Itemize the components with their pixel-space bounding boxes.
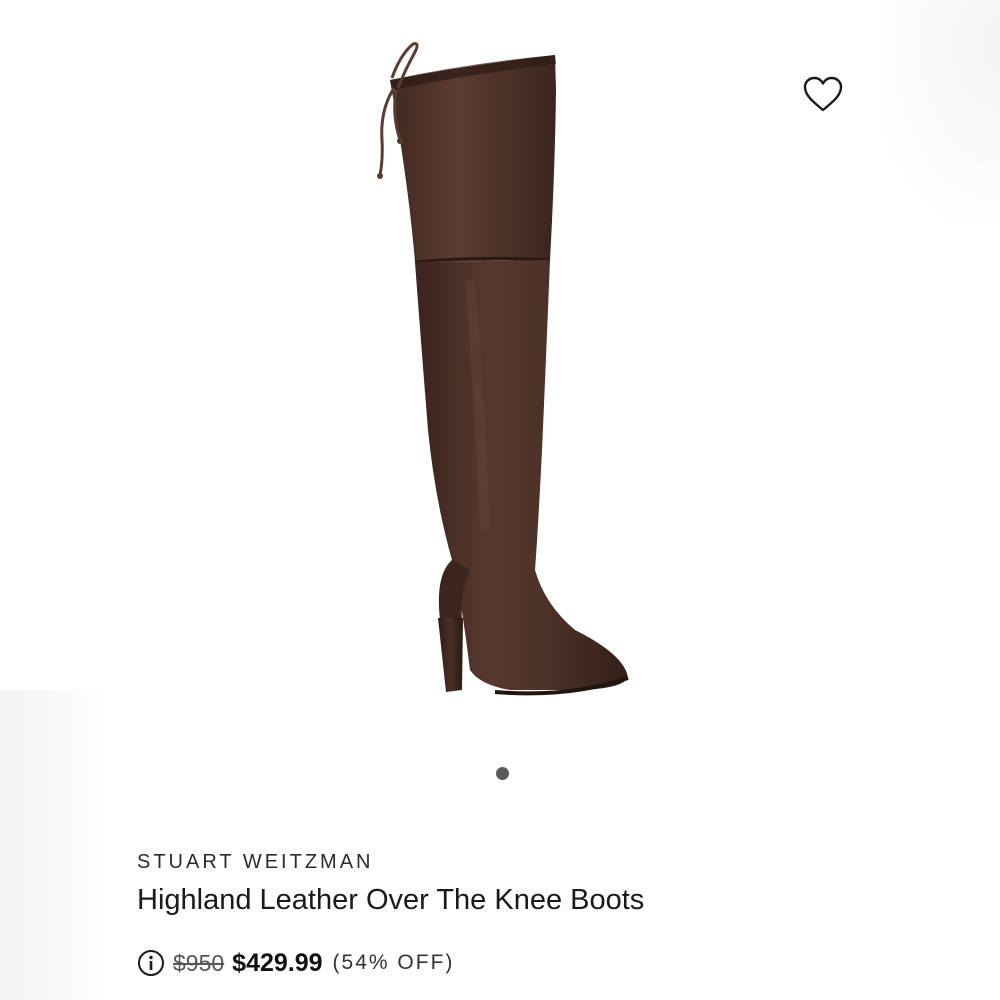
original-price: $950: [173, 949, 225, 976]
wishlist-button[interactable]: [798, 70, 848, 118]
background-shade: [880, 0, 1000, 220]
carousel-dot-active[interactable]: [495, 766, 509, 780]
product-image[interactable]: [320, 30, 660, 710]
price-row: $950 $429.99 (54% OFF): [137, 945, 454, 981]
boot-illustration: [377, 42, 629, 696]
product-title: Highland Leather Over The Knee Boots: [137, 884, 645, 916]
brand-name[interactable]: STUART WEITZMAN: [137, 851, 373, 874]
sale-price: $429.99: [232, 948, 323, 977]
background-shade: [0, 690, 110, 1000]
heart-outline-icon: [803, 76, 843, 112]
discount-label: (54% OFF): [332, 951, 455, 974]
info-circle-icon[interactable]: [137, 949, 165, 977]
carousel-indicator: [0, 765, 1000, 781]
